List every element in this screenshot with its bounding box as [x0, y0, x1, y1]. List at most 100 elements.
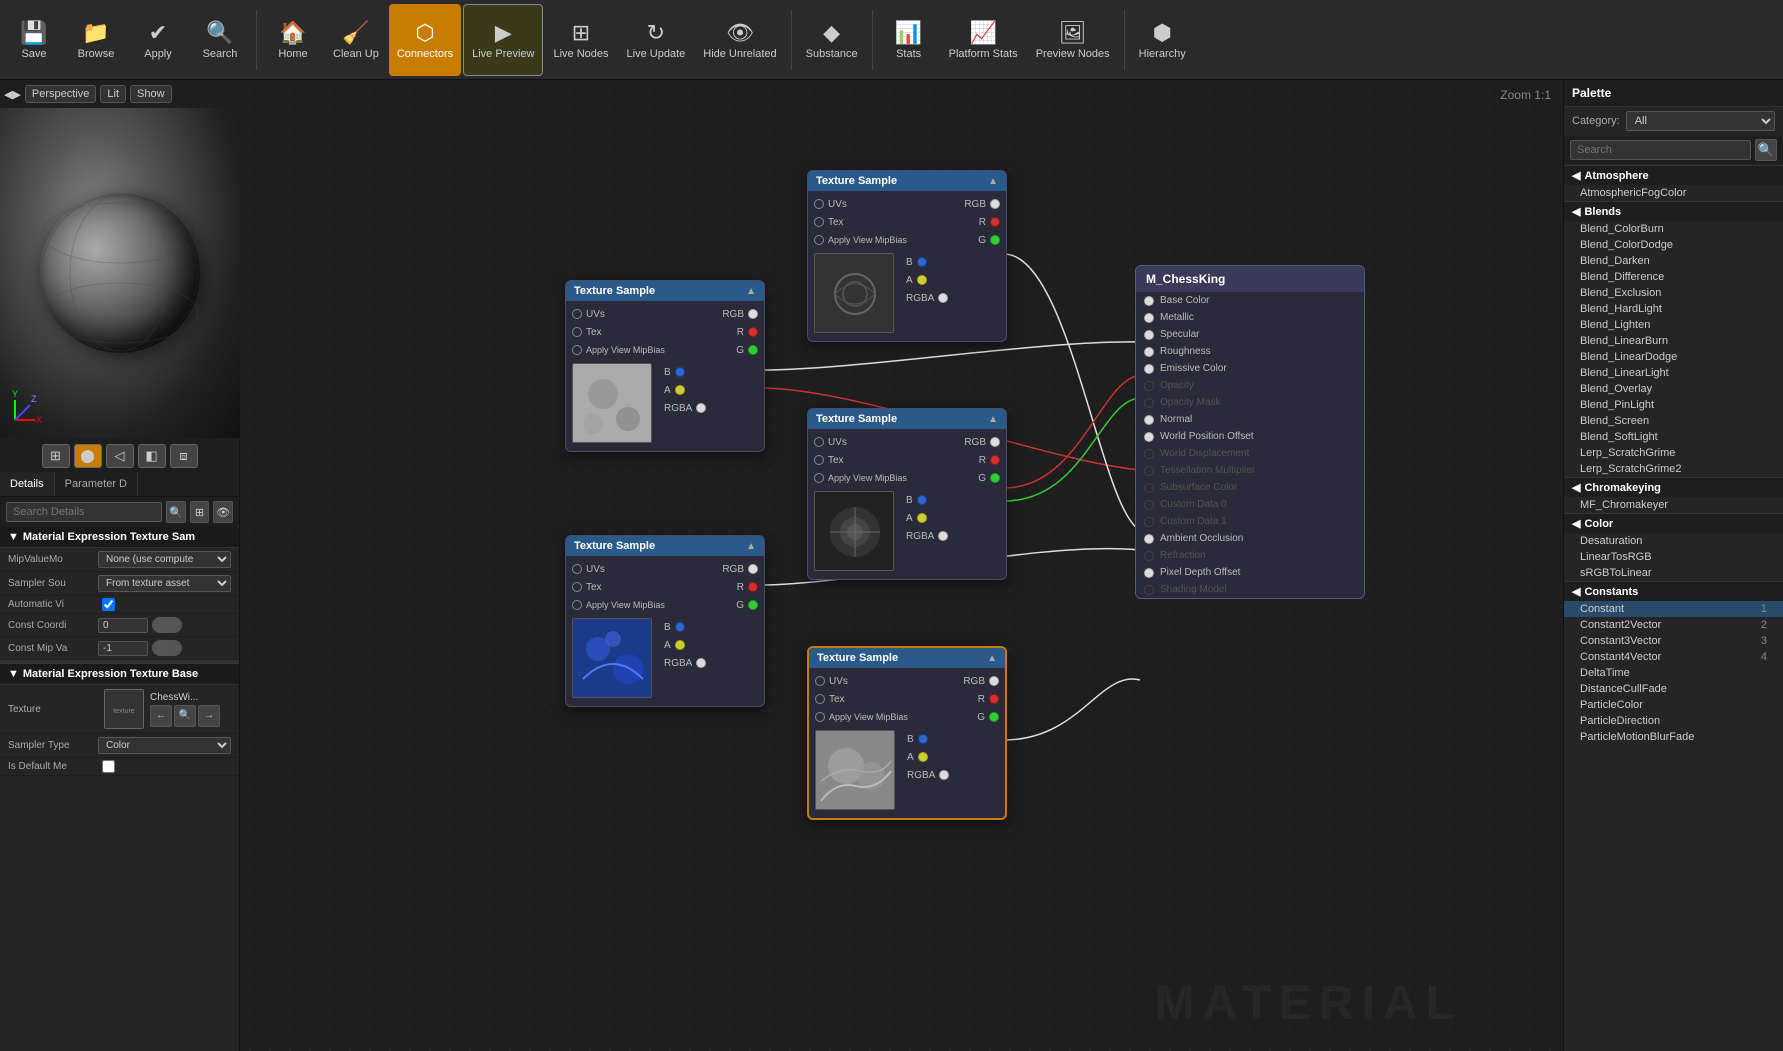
- details-eye-btn[interactable]: 👁: [213, 501, 233, 523]
- ts2-g-pin[interactable]: [990, 235, 1000, 245]
- ts4-mip-pin[interactable]: [815, 712, 825, 722]
- ts1-uvs-pin-in[interactable]: [572, 309, 582, 319]
- details-search-btn[interactable]: 🔍: [166, 501, 186, 523]
- lit-button[interactable]: Lit: [100, 85, 126, 103]
- show-button[interactable]: Show: [130, 85, 172, 103]
- palette-item-blend-difference[interactable]: Blend_Difference: [1564, 269, 1783, 285]
- palette-item-particledirection[interactable]: ParticleDirection: [1564, 713, 1783, 729]
- ts1-rgb-pin[interactable]: [748, 309, 758, 319]
- ts3-g-pin[interactable]: [990, 473, 1000, 483]
- browse-button[interactable]: 📁 Browse: [66, 4, 126, 76]
- ts4-g-pin[interactable]: [989, 712, 999, 722]
- palette-section-color[interactable]: ◀ Color: [1564, 513, 1783, 533]
- prop-mipvaluemode-select[interactable]: None (use compute: [98, 551, 231, 568]
- ts2-mip-pin[interactable]: [814, 235, 824, 245]
- palette-item-blend-softlight[interactable]: Blend_SoftLight: [1564, 429, 1783, 445]
- ts5-tex-pin[interactable]: [572, 582, 582, 592]
- hierarchy-button[interactable]: ⬢ Hierarchy: [1131, 4, 1194, 76]
- mat-wpo-pin[interactable]: [1144, 432, 1154, 442]
- connectors-button[interactable]: ⬡ Connectors: [389, 4, 461, 76]
- mat-specular-pin[interactable]: [1144, 330, 1154, 340]
- details-grid-btn[interactable]: ⊞: [190, 501, 210, 523]
- hideunrelated-button[interactable]: 👁 Hide Unrelated: [695, 4, 784, 76]
- save-button[interactable]: 💾 Save: [4, 4, 64, 76]
- tab-parameter[interactable]: Parameter D: [55, 472, 138, 496]
- sphere-view-btn[interactable]: ⬤: [74, 444, 102, 468]
- prop-constcoordi-input[interactable]: [98, 618, 148, 633]
- ts5-uvs-pin[interactable]: [572, 564, 582, 574]
- ts3-b-pin[interactable]: [917, 495, 927, 505]
- previewnodes-button[interactable]: 🖼 Preview Nodes: [1028, 4, 1118, 76]
- ts2-rgb-pin[interactable]: [990, 199, 1000, 209]
- ts1-b-pin[interactable]: [675, 367, 685, 377]
- sampler-type-select[interactable]: Color: [98, 737, 231, 754]
- palette-item-desaturation[interactable]: Desaturation: [1564, 533, 1783, 549]
- palette-item-constant2vector[interactable]: Constant2Vector2: [1564, 617, 1783, 633]
- palette-section-atmosphere[interactable]: ◀ Atmosphere: [1564, 165, 1783, 185]
- ts3-rgb-pin[interactable]: [990, 437, 1000, 447]
- palette-search-input[interactable]: [1570, 140, 1751, 160]
- palette-item-deltatime[interactable]: DeltaTime: [1564, 665, 1783, 681]
- search-button[interactable]: 🔍 Search: [190, 4, 250, 76]
- prop-constmipva-input[interactable]: [98, 641, 148, 656]
- ts2-a-pin[interactable]: [917, 275, 927, 285]
- palette-item-blend-linearlight[interactable]: Blend_LinearLight: [1564, 365, 1783, 381]
- prop-constmipva-slider[interactable]: [152, 640, 182, 656]
- mat-base-color-pin[interactable]: [1144, 296, 1154, 306]
- ts5-r-pin[interactable]: [748, 582, 758, 592]
- grid-view-btn[interactable]: ⊞: [42, 444, 70, 468]
- ts5-a-pin[interactable]: [675, 640, 685, 650]
- ts2-rgba-pin[interactable]: [938, 293, 948, 303]
- ts5-b-pin[interactable]: [675, 622, 685, 632]
- prop-constcoordi-slider[interactable]: [152, 617, 182, 633]
- mat-emissive-pin[interactable]: [1144, 364, 1154, 374]
- palette-item-lerp-scratchgrime[interactable]: Lerp_ScratchGrime: [1564, 445, 1783, 461]
- prop-samplersou-select[interactable]: From texture asset: [98, 575, 231, 592]
- livenodes-button[interactable]: ⊞ Live Nodes: [545, 4, 616, 76]
- substance-button[interactable]: ◆ Substance: [798, 4, 866, 76]
- ts1-a-pin[interactable]: [675, 385, 685, 395]
- ts2-r-pin[interactable]: [990, 217, 1000, 227]
- palette-item-constant[interactable]: Constant1: [1564, 601, 1783, 617]
- texture-sample-node-4[interactable]: Texture Sample ▲ UVs RGB Tex R Apply Vie…: [807, 646, 1007, 820]
- palette-section-blends[interactable]: ◀ Blends: [1564, 201, 1783, 221]
- ts4-a-pin[interactable]: [918, 752, 928, 762]
- palette-item-particlecolor[interactable]: ParticleColor: [1564, 697, 1783, 713]
- palette-item-blend-colordodge[interactable]: Blend_ColorDodge: [1564, 237, 1783, 253]
- livepreview-button[interactable]: ▶ Live Preview: [463, 4, 543, 76]
- cleanup-button[interactable]: 🧹 Clean Up: [325, 4, 387, 76]
- node-graph[interactable]: Zoom 1:1 Texture S: [240, 80, 1563, 1051]
- ts3-rgba-pin[interactable]: [938, 531, 948, 541]
- palette-item-blend-lineardodge[interactable]: Blend_LinearDodge: [1564, 349, 1783, 365]
- ts3-tex-pin[interactable]: [814, 455, 824, 465]
- palette-item-constant4vector[interactable]: Constant4Vector4: [1564, 649, 1783, 665]
- material-node[interactable]: M_ChessKing Base Color Metallic Specular…: [1135, 265, 1365, 599]
- texture-sample-node-1[interactable]: Texture Sample ▲ UVs RGB Tex R Apply Vie…: [565, 280, 765, 452]
- texture-sample-node-3[interactable]: Texture Sample ▲ UVs RGB Tex R Apply Vie…: [807, 408, 1007, 580]
- ts5-rgba-pin[interactable]: [696, 658, 706, 668]
- palette-item-blend-darken[interactable]: Blend_Darken: [1564, 253, 1783, 269]
- ts1-rgba-pin[interactable]: [696, 403, 706, 413]
- palette-section-constants[interactable]: ◀ Constants: [1564, 581, 1783, 601]
- camera-view-btn[interactable]: ⧈: [170, 444, 198, 468]
- mat-metallic-pin[interactable]: [1144, 313, 1154, 323]
- prop-automaticvi-checkbox[interactable]: [102, 598, 115, 611]
- ts3-mip-pin[interactable]: [814, 473, 824, 483]
- cube-view-btn[interactable]: ◧: [138, 444, 166, 468]
- ts4-uvs-pin[interactable]: [815, 676, 825, 686]
- palette-item-blend-exclusion[interactable]: Blend_Exclusion: [1564, 285, 1783, 301]
- platformstats-button[interactable]: 📈 Platform Stats: [941, 4, 1026, 76]
- ts5-rgb-pin[interactable]: [748, 564, 758, 574]
- ts4-tex-pin[interactable]: [815, 694, 825, 704]
- palette-section-chromakeying[interactable]: ◀ Chromakeying: [1564, 477, 1783, 497]
- ts5-g-pin[interactable]: [748, 600, 758, 610]
- ts4-r-pin[interactable]: [989, 694, 999, 704]
- ts1-tex-pin-in[interactable]: [572, 327, 582, 337]
- section-mat-base[interactable]: ▼ Material Expression Texture Base: [0, 660, 239, 685]
- palette-item-blend-hardlight[interactable]: Blend_HardLight: [1564, 301, 1783, 317]
- tab-details[interactable]: Details: [0, 472, 55, 496]
- mat-pdo-pin[interactable]: [1144, 568, 1154, 578]
- palette-item-atmosphericfogcolor[interactable]: AtmosphericFogColor: [1564, 185, 1783, 201]
- ts4-rgb-pin[interactable]: [989, 676, 999, 686]
- ts4-rgba-pin[interactable]: [939, 770, 949, 780]
